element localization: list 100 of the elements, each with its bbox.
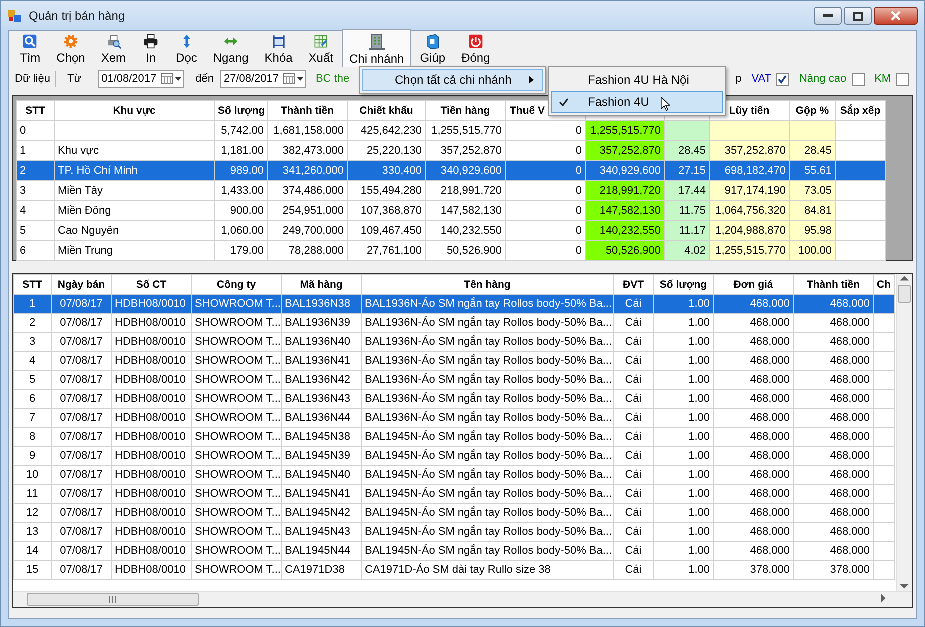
building-icon (368, 32, 386, 50)
table-cell: 357,252,870 (586, 140, 664, 160)
scroll-arrow-icon[interactable] (900, 274, 909, 283)
table-row[interactable]: 4 Miền Đông 900.00 254,951,000 107,368,870 147,582,130 0 147,582,130 11.75 1,064,756,320 84.81 (16, 200, 886, 220)
table-row[interactable]: 15 07/08/17 HDBH08/0010 SHOWROOM T... CA1971D38 CA1971D-Áo SM dài tay Rullo size 38 Cái 1.00 378,000 378,000 (14, 560, 894, 580)
table-cell: 27,761,100 (348, 240, 426, 260)
window-title: Quản trị bán hàng (29, 8, 126, 22)
table-row[interactable]: 5 Cao Nguyên 1,060.00 249,700,000 109,467,450 140,232,550 0 140,232,550 11.17 1,204,988,870 95.98 (16, 220, 886, 240)
table-cell: CA1971D38 (282, 560, 362, 580)
table-row[interactable]: 11 07/08/17 HDBH08/0010 SHOWROOM T... BAL1945N41 BAL1945N-Áo SM ngắn tay Rollos body-50% Ba... Cái 1.00 468,000 468,000 (14, 484, 894, 504)
scroll-arrow-icon[interactable] (900, 582, 909, 591)
printer-icon (142, 34, 160, 49)
scroll-arrow-icon[interactable] (879, 594, 888, 602)
table-row[interactable]: 3 Miền Tây 1,433.00 374,486,000 155,494,280 218,991,720 0 218,991,720 17.44 917,174,190 73.05 (16, 180, 886, 200)
checkbox[interactable] (896, 72, 910, 86)
table-cell: 11.75 (664, 200, 710, 220)
table-row[interactable]: 2 TP. Hồ Chí Minh 989.00 341,260,000 330,400 340,929,600 0 340,929,600 27.15 698,182,470 55.61 (16, 160, 886, 180)
table-cell: 1,255,515,770 (710, 240, 790, 260)
column-header[interactable]: Số CT (112, 274, 192, 294)
table-row[interactable]: 1 Khu vực 1,181.00 382,473,000 25,220,130 357,252,870 0 357,252,870 28.45 357,252,870 28.45 (16, 140, 886, 160)
table-row[interactable]: 2 07/08/17 HDBH08/0010 SHOWROOM T... BAL1936N39 BAL1936N-Áo SM ngắn tay Rollos body-50% Ba... Cái 1.00 468,000 468,000 (14, 314, 894, 332)
column-header[interactable]: Ngày bán (52, 274, 112, 294)
column-header[interactable]: Thành tiền (794, 274, 874, 294)
table-row[interactable]: 6 07/08/17 HDBH08/0010 SHOWROOM T... BAL1936N43 BAL1936N-Áo SM ngắn tay Rollos body-50% Ba... Cái 1.00 468,000 468,000 (14, 390, 894, 408)
table-cell: 15 (14, 560, 52, 580)
column-header[interactable]: STT (14, 274, 52, 294)
table-cell: Cái (614, 560, 654, 580)
toolbar-button[interactable]: Xuất (302, 31, 340, 67)
column-header[interactable]: Đơn giá (714, 274, 794, 294)
column-header[interactable]: Số lượng (654, 274, 714, 294)
toolbar-button[interactable]: In (135, 31, 168, 67)
option-label: Nâng cao (799, 73, 847, 85)
table-row[interactable]: 4 07/08/17 HDBH08/0010 SHOWROOM T... BAL1936N41 BAL1936N-Áo SM ngắn tay Rollos body-50% Ba... Cái 1.00 468,000 468,000 (14, 352, 894, 370)
table-cell: 78,288,000 (268, 240, 348, 260)
maximize-button[interactable] (844, 7, 872, 25)
table-cell: 11.17 (664, 220, 710, 240)
table-row[interactable]: 6 Miền Trung 179.00 78,288,000 27,761,100 50,526,900 0 50,526,900 4.02 1,255,515,770 100.00 (16, 240, 886, 260)
calendar-dropdown-icon[interactable] (160, 72, 183, 86)
table-row[interactable]: 9 07/08/17 HDBH08/0010 SHOWROOM T... BAL1945N39 BAL1945N-Áo SM ngắn tay Rollos body-50% Ba... Cái 1.00 468,000 468,000 (14, 446, 894, 466)
option-label: KM (874, 73, 892, 85)
table-row[interactable]: 8 07/08/17 HDBH08/0010 SHOWROOM T... BAL1945N38 BAL1945N-Áo SM ngắn tay Rollos body-50% Ba... Cái 1.00 468,000 468,000 (14, 428, 894, 446)
table-cell: 0 (506, 240, 586, 260)
horizontal-scrollbar[interactable] (13, 591, 912, 607)
table-cell: 357,252,870 (710, 140, 790, 160)
maximize-icon (853, 12, 863, 20)
table-cell: 95.98 (790, 220, 836, 240)
table-cell: 4.02 (664, 240, 710, 260)
button-label[interactable]: p (736, 73, 742, 85)
table-row[interactable]: 0 5,742.00 1,681,158,000 425,642,230 1,255,515,770 0 1,255,515,770 (16, 120, 886, 140)
column-header[interactable]: Tên hàng (362, 274, 614, 294)
to-label: đến (196, 73, 214, 85)
column-header[interactable]: ĐVT (614, 274, 654, 294)
menu-item[interactable]: Chọn tất cả chi nhánh (362, 69, 543, 91)
checkbox[interactable] (852, 72, 865, 86)
table-row[interactable]: 12 07/08/17 HDBH08/0010 SHOWROOM T... BAL1945N42 BAL1945N-Áo SM ngắn tay Rollos body-50% Ba... Cái 1.00 468,000 468,000 (14, 504, 894, 522)
toolbar-button[interactable]: Xem (94, 31, 134, 67)
close-button[interactable] (874, 7, 918, 25)
table-cell: 1,255,515,770 (586, 120, 664, 140)
toolbar-button[interactable]: Ngang (206, 31, 256, 67)
scroll-thumb[interactable] (27, 593, 199, 606)
column-header[interactable]: Ch (874, 274, 894, 294)
table-cell: CA1971D-Áo SM dài tay Rullo size 38 (362, 560, 614, 580)
toolbar-button[interactable]: Tìm (13, 31, 48, 67)
toolbar-button[interactable]: Giúp (413, 31, 453, 67)
toolbar-button[interactable]: Chọn (50, 31, 92, 67)
table-cell: 179.00 (214, 240, 268, 260)
toolbar-button[interactable]: Chi nhánh (342, 29, 412, 67)
to-date-field[interactable]: 27/08/2017 (220, 70, 306, 88)
toolbar-button[interactable]: Khóa (258, 31, 300, 67)
table-row[interactable]: 3 07/08/17 HDBH08/0010 SHOWROOM T... BAL1936N40 BAL1936N-Áo SM ngắn tay Rollos body-50% Ba... Cái 1.00 468,000 468,000 (14, 332, 894, 352)
search-icon (21, 34, 40, 49)
table-cell: 07/08/17 (52, 560, 112, 580)
menu-item[interactable]: Fashion 4U (551, 91, 723, 113)
menu-item[interactable]: Fashion 4U Hà Nội (551, 69, 723, 91)
table-row[interactable]: 14 07/08/17 HDBH08/0010 SHOWROOM T... BAL1945N44 BAL1945N-Áo SM ngắn tay Rollos body-50% Ba... Cái 1.00 468,000 468,000 (14, 542, 894, 560)
table-cell: HDBH08/0010 (112, 560, 192, 580)
column-header[interactable]: Công ty (192, 274, 282, 294)
table-cell: 28.45 (790, 140, 836, 160)
from-date-field[interactable]: 01/08/2017 (98, 70, 184, 88)
table-row[interactable]: 13 07/08/17 HDBH08/0010 SHOWROOM T... BAL1945N43 BAL1945N-Áo SM ngắn tay Rollos body-50% Ba... Cái 1.00 468,000 468,000 (14, 522, 894, 542)
checkbox[interactable] (776, 72, 790, 86)
minimize-button[interactable] (814, 7, 842, 25)
table-row[interactable]: 1 07/08/17 HDBH08/0010 SHOWROOM T... BAL1936N38 BAL1936N-Áo SM ngắn tay Rollos body-50% Ba... Cái 1.00 468,000 468,000 (14, 294, 894, 314)
column-header[interactable]: Khu vực (113, 104, 156, 116)
calendar-dropdown-icon[interactable] (282, 72, 305, 86)
data-label[interactable]: Dữ liệu (11, 71, 56, 87)
toolbar-button[interactable]: Dọc (169, 31, 204, 67)
table-cell: 378,000 (714, 560, 794, 580)
table-row[interactable]: 5 07/08/17 HDBH08/0010 SHOWROOM T... BAL1936N42 BAL1936N-Áo SM ngắn tay Rollos body-50% Ba... Cái 1.00 468,000 468,000 (14, 370, 894, 390)
table-cell: 917,174,190 (710, 180, 790, 200)
table-cell: 84.81 (790, 200, 836, 220)
table-cell (874, 560, 894, 580)
table-cell: 50,526,900 (586, 240, 664, 260)
table-cell: 17.44 (664, 180, 710, 200)
vertical-scrollbar[interactable] (896, 274, 912, 591)
table-row[interactable]: 7 07/08/17 HDBH08/0010 SHOWROOM T... BAL1936N44 BAL1936N-Áo SM ngắn tay Rollos body-50% Ba... Cái 1.00 468,000 468,000 (14, 408, 894, 428)
scroll-thumb[interactable] (898, 285, 911, 303)
column-header[interactable]: Mã hàng (282, 274, 362, 294)
mouse-cursor-icon (661, 97, 670, 111)
table-row[interactable]: 10 07/08/17 HDBH08/0010 SHOWROOM T... BAL1945N40 BAL1945N-Áo SM ngắn tay Rollos body-50% Ba... Cái 1.00 468,000 468,000 (14, 466, 894, 484)
